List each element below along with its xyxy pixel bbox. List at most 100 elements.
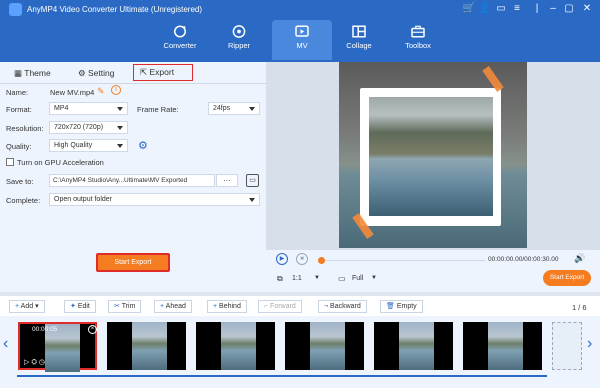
nav-converter[interactable]: Converter [150,20,210,60]
timeline-clip[interactable] [196,322,275,370]
tab-label: Export [149,67,175,77]
nav-mv[interactable]: MV [272,20,332,60]
timeline-clip[interactable] [463,322,542,370]
ahead-button[interactable]: + Ahead [154,300,192,313]
clip-thumbnail [132,322,167,370]
volume-icon[interactable]: 🔊 [574,253,585,264]
edit-button[interactable]: ✦ Edit [64,300,96,313]
add-button[interactable]: + Add ▾ [9,300,45,313]
timeline-clip[interactable] [285,322,364,370]
maximize-button[interactable]: ▢ [562,3,576,14]
divider: | [535,3,539,14]
title-bar: AnyMP4 Video Converter Ultimate (Unregis… [0,0,600,62]
clip-thumbnail [310,322,345,370]
saveto-label: Save to: [6,177,34,186]
seek-handle[interactable] [318,257,325,264]
scissors-icon: ✂ [114,303,122,310]
close-icon[interactable]: × [88,325,97,334]
gpu-label: Turn on GPU Acceleration [17,158,104,167]
mv-icon [295,25,309,37]
resolution-select[interactable]: 720x720 (720p) [49,121,128,134]
aspect-icon[interactable]: ⧉ [277,274,283,284]
app-logo [9,3,22,16]
tab-export[interactable]: ⇱ Export [133,64,193,81]
forward-button[interactable]: ⌐ Forward [258,300,302,313]
behind-button[interactable]: + Behind [207,300,247,313]
gear-icon: ⚙ [78,68,88,78]
chevron-down-icon[interactable]: ▼ [371,275,377,281]
gpu-checkbox[interactable] [6,158,14,166]
stop-icon[interactable]: ■ [296,253,308,265]
clip-duration: 00:00:05 [32,326,58,333]
nav-label: Ripper [227,41,251,50]
timeline-scrollbar[interactable] [17,375,547,377]
framerate-select[interactable]: 24fps [208,102,260,115]
chevron-right-icon[interactable]: › [587,335,592,353]
app-title: AnyMP4 Video Converter Ultimate (Unregis… [27,5,203,14]
tab-setting[interactable]: ⚙ Setting [78,67,114,80]
complete-label: Complete: [6,196,41,205]
player-export-button[interactable]: Start Export [543,270,591,286]
tab-theme[interactable]: ▦ Theme [14,67,51,80]
quality-select[interactable]: High Quality [49,139,128,152]
add-clip-placeholder[interactable] [552,322,582,370]
nav-collage[interactable]: Collage [329,20,389,60]
zoom-value[interactable]: Full [352,275,363,282]
tab-label: Setting [87,68,115,78]
trim-button[interactable]: ✂ Trim [108,300,142,313]
clip-thumbnail [399,322,434,370]
page-indicator: 1 / 6 [572,303,587,312]
nav-ripper[interactable]: Ripper [209,20,269,60]
menu-icon[interactable]: ≡ [510,3,524,14]
empty-button[interactable]: 🗑 Empty [380,300,423,313]
folder-icon[interactable]: ▭ [246,174,259,187]
resolution-label: Resolution: [6,124,44,133]
play-icon[interactable]: ▷ ⛭ ◷ [24,358,45,367]
button-label: Edit [77,303,90,310]
button-label: Add [20,303,34,310]
divider [0,83,266,84]
edit-icon: ✦ [70,303,78,310]
chevron-down-icon[interactable]: ▼ [314,275,320,281]
nav-label: Collage [346,41,372,50]
gear-icon[interactable]: ⚙ [138,139,148,152]
disc-icon [232,25,246,38]
complete-select[interactable]: Open output folder [49,193,260,206]
theme-icon: ▦ [14,68,25,78]
button-label: Behind [219,303,241,310]
chevron-left-icon[interactable]: ‹ [3,335,8,353]
play-icon[interactable]: ▶ [276,253,288,265]
chat-icon[interactable]: ▭ [494,3,508,14]
button-label: Ahead [165,303,186,310]
timeline-clip[interactable] [107,322,186,370]
seek-track[interactable] [325,260,485,261]
nav-label: MV [296,41,308,50]
browse-button[interactable]: ··· [216,174,238,187]
nav-toolbox[interactable]: Toolbox [388,20,448,60]
saveto-field[interactable]: C:\AnyMP4 Studio\Any...Ultimate\MV Expor… [49,174,215,187]
quality-label: Quality: [6,142,32,151]
timeline-clip[interactable] [374,322,453,370]
nav-label: Toolbox [405,41,431,50]
user-icon[interactable]: 👤 [478,3,492,14]
format-select[interactable]: MP4 [49,102,128,115]
clip-thumbnail [221,322,256,370]
collage-icon [352,25,366,38]
button-label: Backward [330,303,361,310]
photo [369,97,493,216]
aspect-value[interactable]: 1:1 [292,275,302,282]
trash-icon: 🗑 [386,303,397,310]
monitor-icon[interactable]: ▭ [338,274,346,283]
start-export-button[interactable]: Start Export [96,253,170,272]
name-value: New MV.mp4 [50,88,95,97]
backward-button[interactable]: ¬ Backward [318,300,367,313]
info-icon[interactable]: i [111,85,121,95]
edit-icon[interactable]: ✎ [97,86,105,97]
close-button[interactable]: ✕ [580,3,594,14]
minimize-button[interactable]: – [546,3,560,14]
framerate-label: Frame Rate: [137,105,179,114]
button-label: Forward [270,303,296,310]
cart-icon[interactable]: 🛒 [462,3,476,14]
timeline-clip[interactable]: 00:00:05 × ▷ ⛭ ◷ [18,322,97,372]
clip-thumbnail [488,322,523,370]
